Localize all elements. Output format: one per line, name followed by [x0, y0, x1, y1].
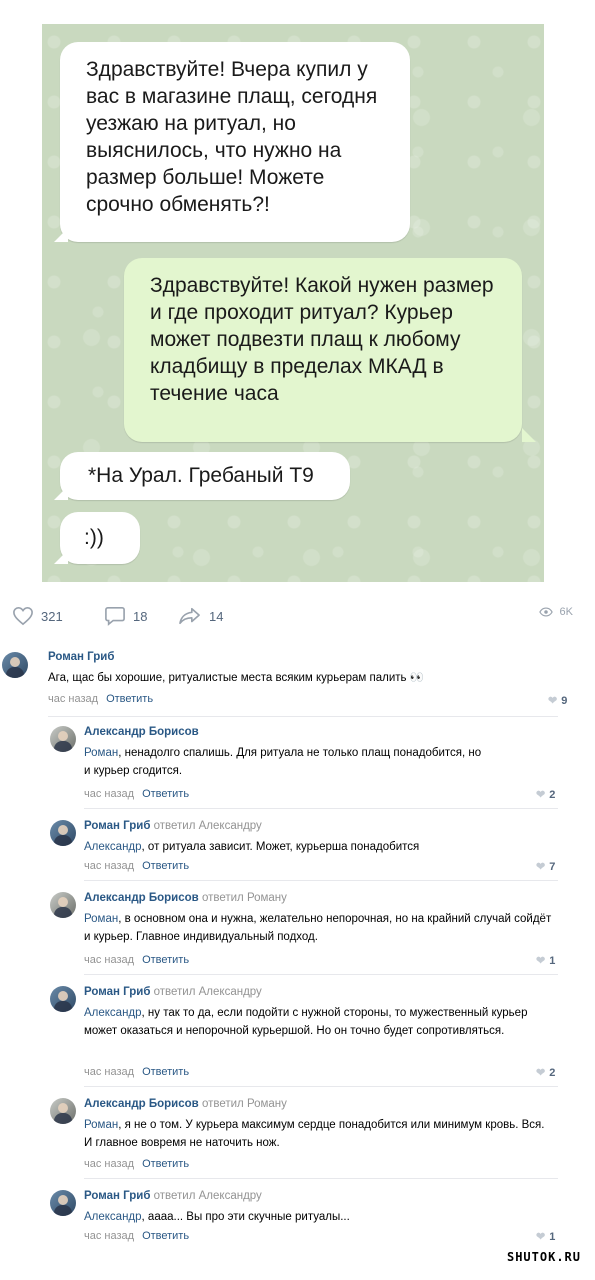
- likes-count: 321: [41, 608, 63, 624]
- heart-icon: ❤: [536, 955, 546, 967]
- reply-link[interactable]: Ответить: [142, 1230, 189, 1242]
- share-icon: [179, 607, 200, 625]
- avatar[interactable]: [50, 892, 76, 918]
- comment-meta: час назад Ответить: [84, 1158, 190, 1170]
- comment-like-button[interactable]: ❤ 9: [548, 694, 567, 708]
- comment-meta: час назад Ответить: [84, 954, 190, 966]
- avatar[interactable]: [50, 1098, 76, 1124]
- comment-like-button[interactable]: ❤ 1: [536, 954, 555, 968]
- comment-meta: час назад Ответить: [84, 860, 190, 872]
- bubble-tail: [54, 550, 68, 564]
- comment-text: Александр, аааа... Вы про эти скучные ри…: [84, 1211, 350, 1223]
- comment-text: Ага, щас бы хорошие, ритуалистые места в…: [48, 672, 425, 684]
- comment-meta: час назад Ответить: [84, 1066, 190, 1078]
- avatar[interactable]: [50, 820, 76, 846]
- reply-link[interactable]: Ответить: [142, 1158, 189, 1170]
- bubble-tail: [54, 228, 68, 242]
- eye-icon: [538, 607, 553, 617]
- comment-like-button[interactable]: ❤ 7: [536, 860, 555, 874]
- divider: [84, 974, 558, 975]
- message-bubble-outgoing: Здравствуйте! Какой нужен размер и где п…: [124, 258, 522, 442]
- heart-icon: ❤: [536, 861, 546, 873]
- divider: [84, 880, 558, 881]
- avatar[interactable]: [50, 986, 76, 1012]
- heart-icon: ❤: [536, 1231, 546, 1243]
- comment-text: Роман, в основном она и нужна, желательн…: [84, 913, 552, 943]
- message-bubble-incoming: *На Урал. Гребаный Т9: [60, 452, 350, 500]
- comment-text: Роман, я не о том. У курьера максимум се…: [84, 1119, 545, 1149]
- message-text: *На Урал. Гребаный Т9: [88, 464, 314, 487]
- message-text: Здравствуйте! Какой нужен размер и где п…: [150, 274, 494, 405]
- comment-like-button[interactable]: ❤ 1: [536, 1230, 555, 1244]
- comment-author[interactable]: Александр Борисов: [84, 726, 199, 738]
- comment-text: Александр, от ритуала зависит. Может, ку…: [84, 841, 420, 853]
- heart-icon: [13, 606, 33, 626]
- comment-meta: час назад Ответить: [84, 788, 190, 800]
- reply-link[interactable]: Ответить: [142, 788, 189, 800]
- comment-meta: час назад Ответить: [48, 693, 154, 705]
- share-button[interactable]: 14: [178, 606, 223, 626]
- divider: [84, 808, 558, 809]
- comment-button[interactable]: 18: [104, 606, 147, 626]
- avatar[interactable]: [50, 1190, 76, 1216]
- avatar[interactable]: [2, 652, 28, 678]
- comment-icon: [105, 607, 125, 626]
- comment-text: Роман, ненадолго спалишь. Для ритуала не…: [84, 747, 482, 777]
- views-counter: 6K: [538, 606, 573, 618]
- chat-screenshot: Здравствуйте! Вчера купил у вас в магази…: [42, 24, 544, 582]
- comment-text: Александр, ну так то да, если подойти с …: [84, 1007, 528, 1037]
- bubble-tail: [522, 428, 536, 442]
- bubble-tail: [54, 486, 68, 500]
- divider: [84, 1178, 558, 1179]
- comment-author[interactable]: Роман Гриб: [48, 651, 114, 663]
- heart-icon: ❤: [548, 695, 558, 707]
- comment-like-button[interactable]: ❤ 2: [536, 788, 555, 802]
- comment-author[interactable]: Роман Гриб ответил Александру: [84, 986, 262, 998]
- heart-icon: ❤: [536, 789, 546, 801]
- comment-author[interactable]: Александр Борисов ответил Роману: [84, 892, 287, 904]
- comment-author[interactable]: Александр Борисов ответил Роману: [84, 1098, 287, 1110]
- message-bubble-incoming: :)): [60, 512, 140, 564]
- divider: [48, 716, 558, 717]
- views-count: 6K: [559, 606, 573, 618]
- shares-count: 14: [209, 608, 224, 624]
- post-actions-bar: 321 18 14 6K: [12, 606, 573, 630]
- message-text: Здравствуйте! Вчера купил у вас в магази…: [86, 58, 378, 216]
- message-text: :)): [84, 526, 104, 549]
- divider: [84, 1086, 558, 1087]
- message-bubble-incoming: Здравствуйте! Вчера купил у вас в магази…: [60, 42, 410, 242]
- avatar[interactable]: [50, 726, 76, 752]
- comment-author[interactable]: Роман Гриб ответил Александру: [84, 820, 262, 832]
- watermark: SHUTOK.RU: [506, 1250, 581, 1264]
- reply-link[interactable]: Ответить: [142, 1066, 189, 1078]
- comment-meta: час назад Ответить: [84, 1230, 190, 1242]
- comment-author[interactable]: Роман Гриб ответил Александру: [84, 1190, 262, 1202]
- comment-like-button[interactable]: ❤ 2: [536, 1066, 555, 1080]
- like-button[interactable]: 321: [12, 606, 63, 626]
- comments-count: 18: [133, 608, 148, 624]
- reply-link[interactable]: Ответить: [142, 860, 189, 872]
- reply-link[interactable]: Ответить: [142, 954, 189, 966]
- reply-link[interactable]: Ответить: [106, 693, 153, 705]
- heart-icon: ❤: [536, 1067, 546, 1079]
